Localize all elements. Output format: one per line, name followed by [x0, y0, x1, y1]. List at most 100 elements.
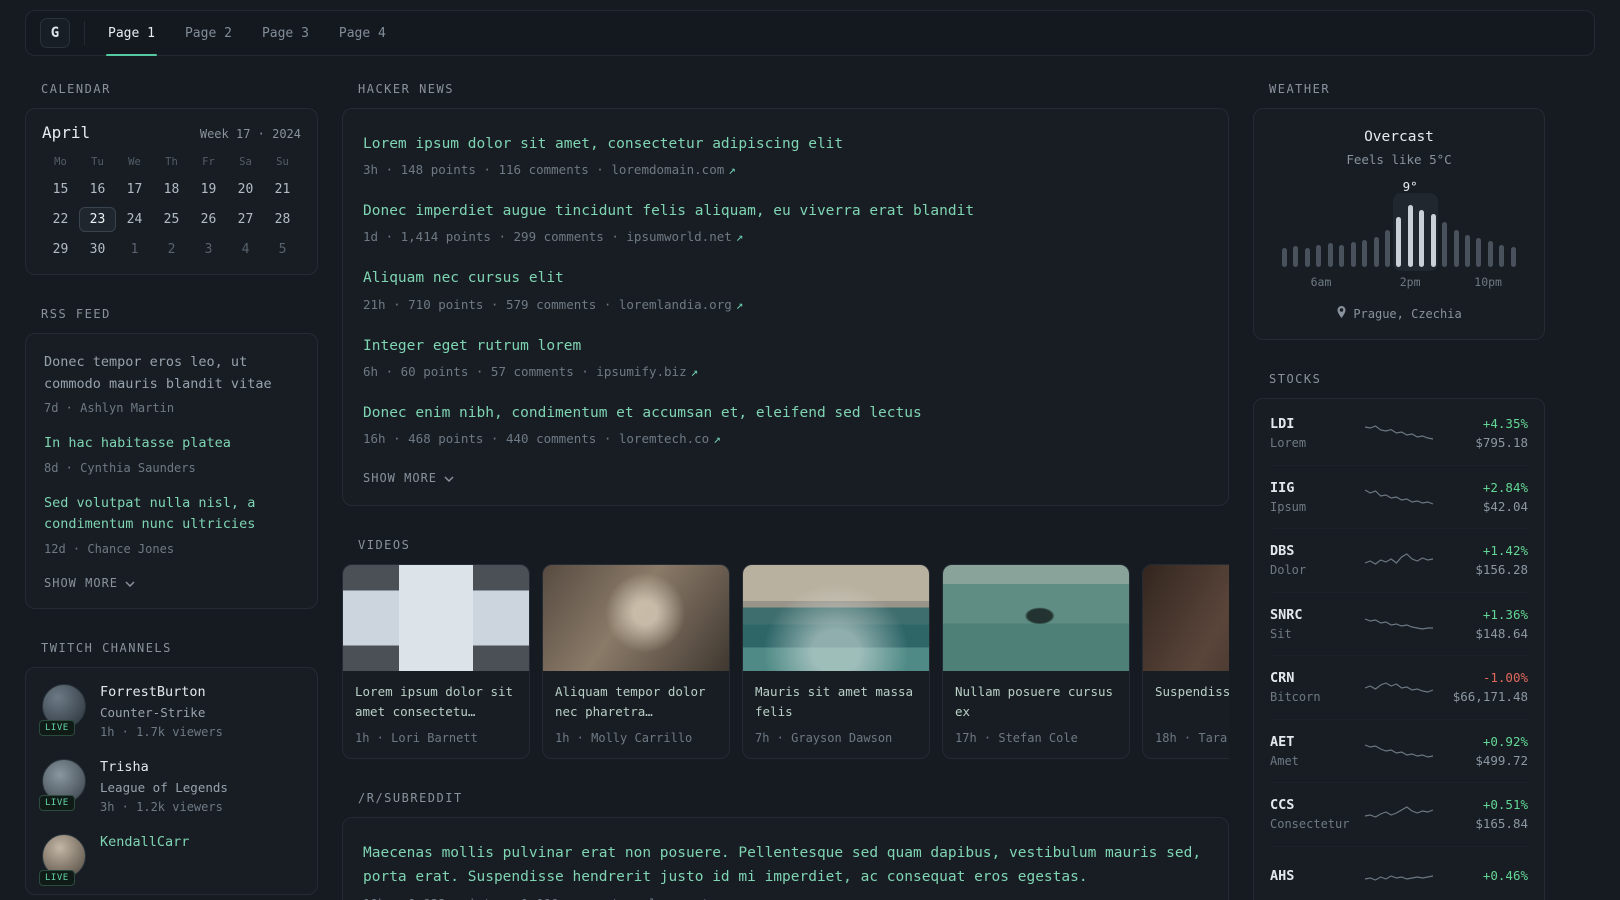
calendar-day[interactable]: 25: [153, 207, 190, 232]
topbar: G Page 1 Page 2 Page 3 Page 4: [25, 10, 1595, 56]
calendar-day[interactable]: 1: [116, 237, 153, 262]
calendar-day-selected[interactable]: 23: [79, 207, 116, 232]
twitch-channel[interactable]: LIVE ForrestBurton Counter-Strike 1h · 1.7k…: [39, 683, 301, 739]
video-thumbnail[interactable]: [343, 564, 529, 671]
section-title-rss: RSS FEED: [41, 307, 111, 321]
calendar-day[interactable]: 18: [153, 177, 190, 202]
calendar-day[interactable]: 27: [227, 207, 264, 232]
calendar-day[interactable]: 2: [153, 237, 190, 262]
tab-page-3[interactable]: Page 3: [247, 11, 324, 55]
stock-id: IIG Ipsum: [1270, 480, 1358, 514]
rss-item-title[interactable]: In hac habitasse platea: [44, 433, 299, 455]
weather-bar: [1396, 217, 1402, 267]
section-title-hackernews: HACKER NEWS: [358, 82, 454, 96]
channel-info: Trisha League of Legends 3h · 1.2k viewers: [100, 759, 228, 814]
hn-item-meta: 6h · 60 points · 57 comments · ipsumify.…: [363, 364, 1208, 379]
meta-text: 6h · 60 points · 57 comments ·: [363, 363, 597, 379]
channel-name[interactable]: ForrestBurton: [100, 684, 223, 700]
stock-id: AET Amet: [1270, 734, 1358, 768]
rss-show-more-button[interactable]: SHOW MORE: [44, 576, 299, 590]
video-card[interactable]: Suspendisse diam 18h · Tara: [1142, 563, 1229, 759]
calendar-day[interactable]: 16: [79, 177, 116, 202]
stock-row[interactable]: SNRC Sit +1.36% $148.64: [1270, 591, 1528, 656]
reddit-item: Maecenas mollis pulvinar erat non posuer…: [363, 842, 1208, 900]
video-title[interactable]: Mauris sit amet massa felis: [755, 682, 917, 722]
calendar-day[interactable]: 15: [42, 177, 79, 202]
reddit-item-title[interactable]: Maecenas mollis pulvinar erat non posuer…: [363, 842, 1208, 890]
stock-row[interactable]: CCS Consectetur +0.51% $165.84: [1270, 782, 1528, 846]
hn-item-title[interactable]: Integer eget rutrum lorem: [363, 335, 1208, 358]
source-domain[interactable]: loremtech.co: [619, 431, 709, 446]
calendar-day[interactable]: 20: [227, 177, 264, 202]
calendar-day[interactable]: 22: [42, 207, 79, 232]
source-domain[interactable]: ipsumify.biz: [596, 364, 686, 379]
calendar-day[interactable]: 3: [190, 237, 227, 262]
stock-price: $156.28: [1475, 562, 1528, 578]
video-thumbnail[interactable]: [543, 564, 729, 671]
rss-item: In hac habitasse platea 8d · Cynthia Saun…: [44, 433, 299, 475]
video-thumbnail[interactable]: [943, 564, 1129, 671]
calendar-day[interactable]: 19: [190, 177, 227, 202]
calendar-day[interactable]: 30: [79, 237, 116, 262]
video-thumbnail[interactable]: [743, 564, 929, 671]
video-card[interactable]: Lorem ipsum dolor sit amet consectetu… 1h…: [342, 563, 530, 759]
hn-item-title[interactable]: Lorem ipsum dolor sit amet, consectetur …: [363, 133, 1208, 156]
hn-item-title[interactable]: Donec imperdiet augue tincidunt felis al…: [363, 200, 1208, 223]
twitch-channel[interactable]: LIVE KendallCarr: [39, 833, 301, 886]
hn-item-title[interactable]: Donec enim nibh, condimentum et accumsan…: [363, 402, 1208, 425]
video-thumbnail[interactable]: [1143, 564, 1229, 671]
video-card[interactable]: Aliquam tempor dolor nec pharetra… 1h · M…: [542, 563, 730, 759]
video-card[interactable]: Nullam posuere cursus ex 17h · Stefan Col…: [942, 563, 1130, 759]
weather-times: 6am 2pm 10pm: [1282, 275, 1516, 291]
calendar-day[interactable]: 26: [190, 207, 227, 232]
calendar-day[interactable]: 24: [116, 207, 153, 232]
calendar-day-header: Sa: [239, 156, 252, 168]
video-info: Nullam posuere cursus ex 17h · Stefan Col…: [943, 671, 1129, 758]
channel-name[interactable]: KendallCarr: [100, 834, 189, 850]
calendar-day[interactable]: 4: [227, 237, 264, 262]
app-logo[interactable]: G: [40, 18, 70, 48]
weather-bar: [1419, 210, 1425, 267]
video-title[interactable]: Lorem ipsum dolor sit amet consectetu…: [355, 682, 517, 722]
show-more-label: SHOW MORE: [363, 470, 438, 485]
calendar-day[interactable]: 28: [264, 207, 301, 232]
tab-page-1[interactable]: Page 1: [93, 11, 170, 56]
video-card[interactable]: Mauris sit amet massa felis 7h · Grayson …: [742, 563, 930, 759]
stock-row[interactable]: CRN Bitcorn -1.00% $66,171.48: [1270, 655, 1528, 719]
calendar-day[interactable]: 17: [116, 177, 153, 202]
rss-item-title[interactable]: Sed volutpat nulla nisl, a condimentum n…: [44, 493, 299, 536]
stock-row[interactable]: AHS +0.46%: [1270, 845, 1528, 900]
stock-row[interactable]: LDI Lorem +4.35% $795.18: [1270, 401, 1528, 465]
stock-row[interactable]: IIG Ipsum +2.84% $42.04: [1270, 464, 1528, 529]
weather-chart: 9°: [1282, 179, 1516, 271]
source-domain[interactable]: loremnet.xyz: [649, 896, 739, 900]
external-link-icon: ↗: [728, 162, 736, 178]
hn-show-more-button[interactable]: SHOW MORE: [363, 471, 1208, 485]
weather-bar: [1304, 248, 1310, 267]
calendar-day[interactable]: 5: [264, 237, 301, 262]
source-domain[interactable]: ipsumworld.net: [626, 229, 731, 244]
stock-row[interactable]: DBS Dolor +1.42% $156.28: [1270, 528, 1528, 592]
tab-page-4[interactable]: Page 4: [324, 11, 401, 55]
stock-id: CRN Bitcorn: [1270, 670, 1358, 704]
calendar-day[interactable]: 21: [264, 177, 301, 202]
source-domain[interactable]: loremlandia.org: [619, 297, 732, 312]
twitch-channel[interactable]: LIVE Trisha League of Legends 3h · 1.2k vie…: [39, 758, 301, 814]
stock-row[interactable]: AET Amet +0.92% $499.72: [1270, 718, 1528, 783]
channel-name[interactable]: Trisha: [100, 759, 228, 775]
tab-page-2[interactable]: Page 2: [170, 11, 247, 55]
video-title[interactable]: Suspendisse diam: [1155, 682, 1229, 722]
stock-price: $42.04: [1482, 498, 1528, 514]
stock-values: -1.00% $66,171.48: [1440, 670, 1528, 704]
rss-item-title[interactable]: Donec tempor eros leo, ut commodo mauris…: [44, 352, 299, 395]
weather-bar: [1384, 230, 1390, 267]
video-title[interactable]: Aliquam tempor dolor nec pharetra…: [555, 682, 717, 722]
live-badge: LIVE: [39, 719, 75, 736]
source-domain[interactable]: loremdomain.com: [611, 162, 724, 177]
calendar-day[interactable]: 29: [42, 237, 79, 262]
stocks-section: STOCKS LDI Lorem +4.35% $795.18 IIG Ipsum +2.8…: [1253, 372, 1545, 900]
video-title[interactable]: Nullam posuere cursus ex: [955, 682, 1117, 722]
hn-item-title[interactable]: Aliquam nec cursus elit: [363, 267, 1208, 290]
weather-feels-like: Feels like 5°C: [1346, 152, 1452, 167]
meta-text: 21h · 710 points · 579 comments ·: [363, 296, 619, 312]
